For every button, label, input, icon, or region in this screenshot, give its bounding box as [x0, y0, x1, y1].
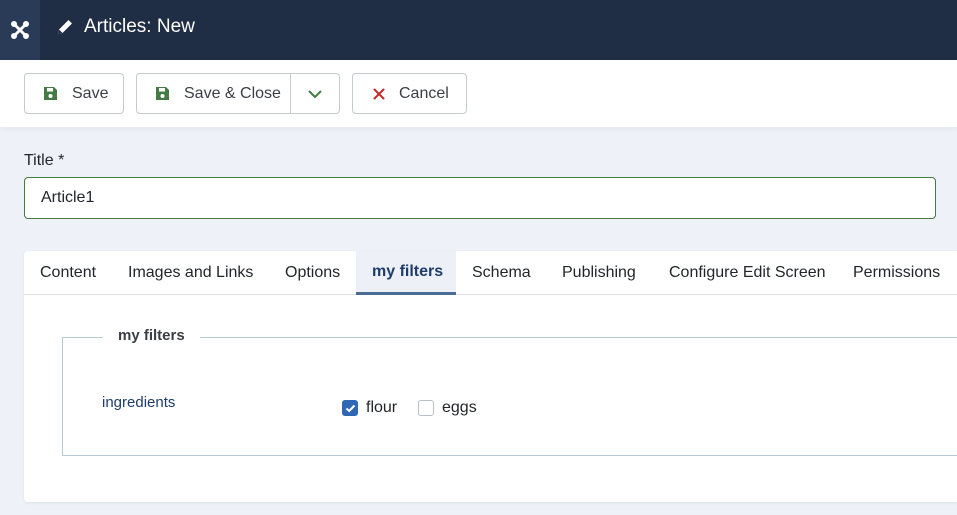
checkbox-eggs[interactable]: eggs [418, 399, 477, 417]
page-title-text: Articles: New [84, 16, 195, 37]
my-filters-fieldset: my filters ingredients flour eggs [62, 327, 957, 456]
title-label: Title * [24, 152, 65, 169]
flour-label: flour [366, 399, 398, 416]
checkbox-unchecked[interactable] [418, 400, 434, 416]
fieldset-legend: my filters [103, 327, 200, 344]
tab-images-and-links[interactable]: Images and Links [113, 251, 270, 294]
tab-options[interactable]: Options [270, 251, 356, 294]
checkbox-flour[interactable]: flour [342, 399, 397, 417]
checkbox-checked[interactable] [342, 400, 358, 416]
save-label: Save [72, 84, 109, 102]
save-icon [155, 86, 170, 101]
chevron-down-icon [308, 89, 322, 98]
tab-permissions[interactable]: Permissions [837, 251, 957, 294]
pencil-icon [55, 17, 75, 37]
tab-schema[interactable]: Schema [456, 251, 546, 294]
eggs-label: eggs [442, 399, 477, 416]
page-title: Articles: New [55, 0, 195, 54]
save-close-label: Save & Close [184, 84, 281, 102]
save-icon [43, 86, 58, 101]
save-close-button[interactable]: Save & Close [137, 74, 291, 113]
tab-my-filters[interactable]: my filters [356, 251, 456, 295]
tab-content[interactable]: Content [24, 251, 113, 294]
tab-publishing[interactable]: Publishing [546, 251, 652, 294]
top-header: Articles: New [0, 0, 957, 60]
ingredients-label: ingredients [102, 394, 176, 411]
joomla-icon [11, 21, 29, 39]
toolbar: Save Save & Close Cancel [0, 60, 957, 127]
tab-configure-edit-screen[interactable]: Configure Edit Screen [652, 251, 837, 294]
close-icon [373, 88, 385, 100]
tabs-panel: Content Images and Links Options my filt… [24, 251, 957, 502]
title-input[interactable] [24, 177, 936, 219]
cancel-button[interactable]: Cancel [352, 73, 467, 114]
tab-bar: Content Images and Links Options my filt… [24, 251, 957, 295]
checkmark-icon [345, 404, 355, 412]
cancel-label: Cancel [399, 84, 449, 102]
save-button[interactable]: Save [24, 73, 124, 114]
joomla-logo[interactable] [0, 0, 40, 60]
save-options-dropdown-button[interactable] [291, 74, 339, 113]
save-close-button-group: Save & Close [136, 73, 340, 114]
